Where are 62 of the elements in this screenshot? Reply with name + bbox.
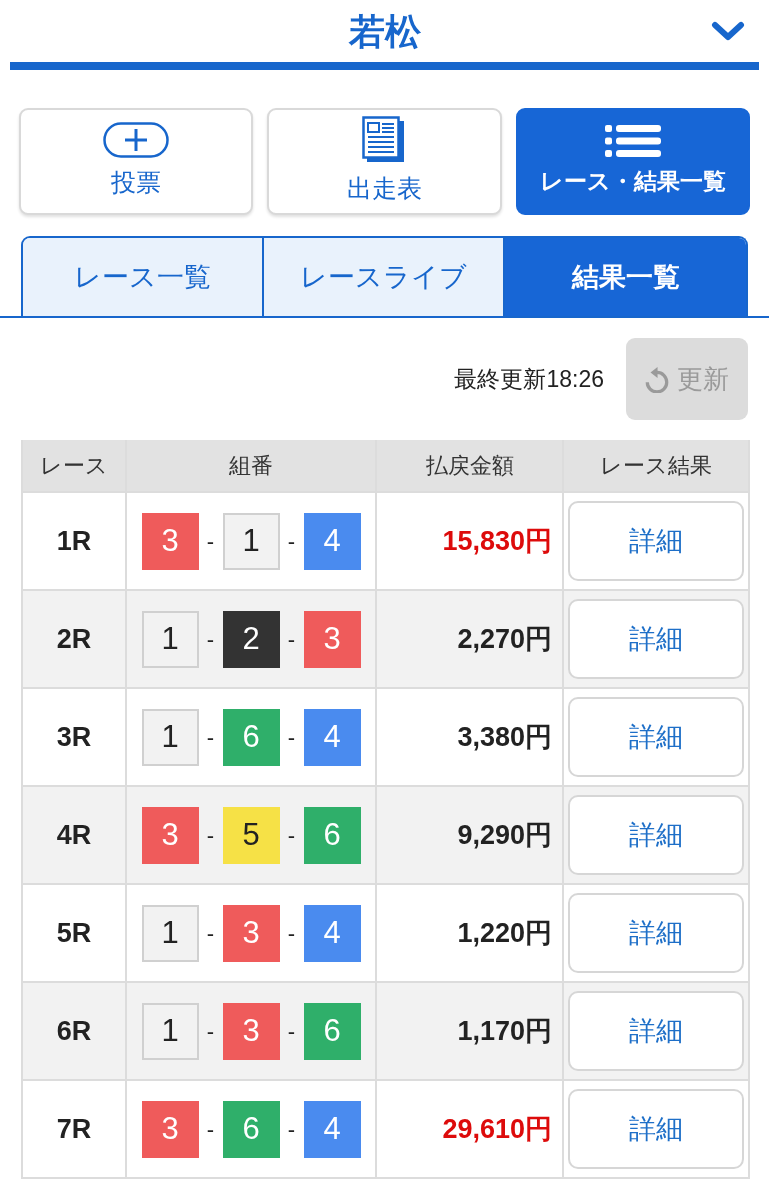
tab[interactable]: レースライブ [264,238,505,316]
dash-separator: - [286,723,297,752]
venue-dropdown-toggle[interactable] [711,21,745,41]
race-number: 7R [22,1080,126,1178]
last-updated-text: 最終更新18:26 [454,364,604,394]
detail-button[interactable]: 詳細 [568,1089,744,1169]
list-icon [604,124,661,159]
dash-separator: - [205,527,216,556]
chevron-down-icon [711,21,745,41]
boat-number-tile: 1 [141,904,199,962]
nav-button[interactable]: レース・結果一覧 [515,108,750,215]
dash-separator: - [286,1017,297,1046]
dash-separator: - [205,1115,216,1144]
boat-number-tile: 4 [303,512,361,570]
nav-button[interactable]: 出走表 [267,108,502,215]
tab[interactable]: 結果一覧 [505,238,746,316]
detail-button[interactable]: 詳細 [568,697,744,777]
boat-number-tile: 6 [222,1100,280,1158]
boat-number-tile: 1 [141,708,199,766]
dash-separator: - [205,625,216,654]
boat-number-tile: 2 [222,610,280,668]
tab[interactable]: レース一覧 [23,238,264,316]
boat-number-tile: 4 [303,904,361,962]
column-header: レース [22,440,126,492]
refresh-icon [645,365,669,393]
boat-number-tile: 5 [222,806,280,864]
boat-number-tile: 1 [222,512,280,570]
column-header: レース結果 [563,440,749,492]
dash-separator: - [286,919,297,948]
column-header: 組番 [126,440,376,492]
boat-number-tile: 6 [303,806,361,864]
boat-number-tile: 3 [222,904,280,962]
boat-number-tile: 1 [141,1002,199,1060]
dash-separator: - [205,723,216,752]
detail-button[interactable]: 詳細 [568,599,744,679]
boat-number-tile: 3 [222,1002,280,1060]
payout-amount: 29,610円 [376,1080,563,1178]
column-header: 払戻金額 [376,440,563,492]
dash-separator: - [205,919,216,948]
boat-number-tile: 3 [141,1100,199,1158]
detail-button[interactable]: 詳細 [568,991,744,1071]
boat-number-tile: 1 [141,610,199,668]
newspaper-icon [362,115,407,164]
venue-title: 若松 [348,12,421,50]
boat-number-tile: 3 [303,610,361,668]
dash-separator: - [205,821,216,850]
boat-number-tile: 4 [303,1100,361,1158]
detail-button[interactable]: 詳細 [568,501,744,581]
nav-button[interactable]: 投票 [19,108,254,215]
boat-number-tile: 6 [222,708,280,766]
boat-number-tile: 3 [141,806,199,864]
dash-separator: - [205,1017,216,1046]
detail-button[interactable]: 詳細 [568,795,744,875]
dash-separator: - [286,527,297,556]
plus-pill-icon [103,121,170,158]
dash-separator: - [286,625,297,654]
boat-number-tile: 4 [303,708,361,766]
dash-separator: - [286,1115,297,1144]
boat-number-tile: 6 [303,1002,361,1060]
boat-number-tile: 3 [141,512,199,570]
detail-button[interactable]: 詳細 [568,893,744,973]
dash-separator: - [286,821,297,850]
